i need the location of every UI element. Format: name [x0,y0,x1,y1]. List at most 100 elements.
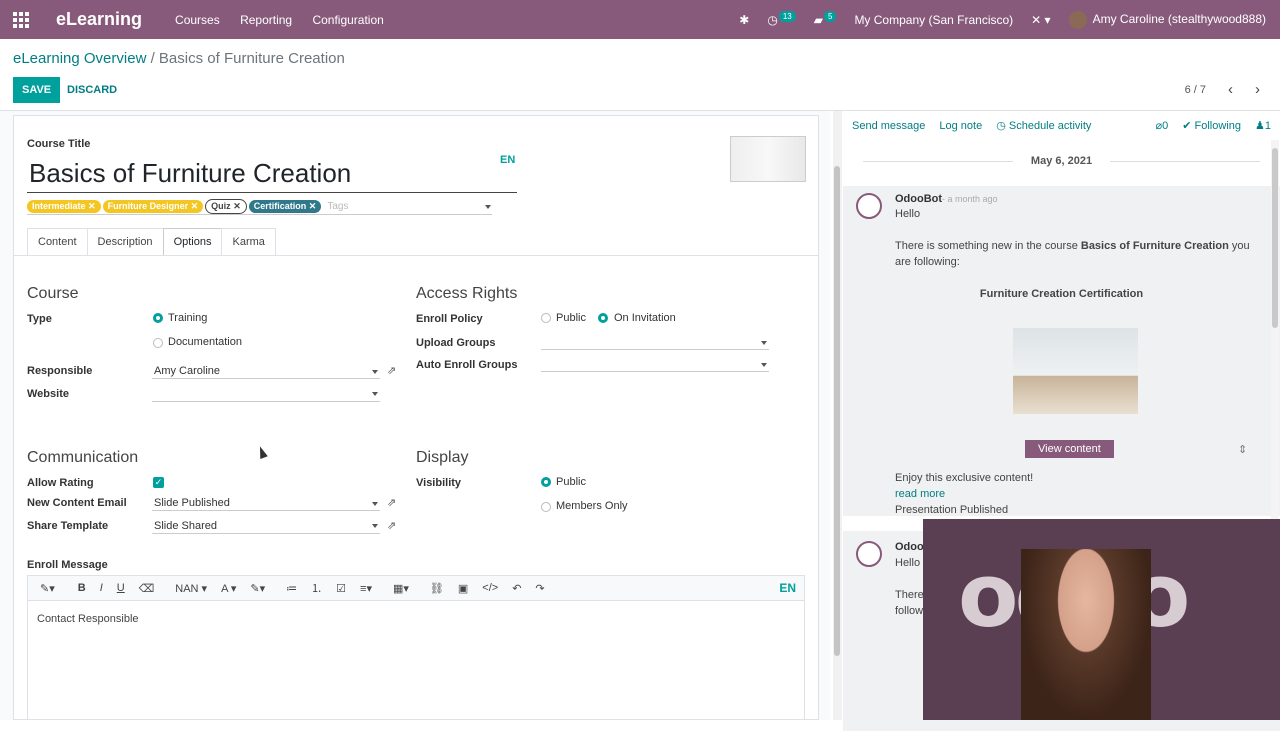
tags-dropdown-icon[interactable] [485,205,491,209]
expand-arrows-icon[interactable]: ⇕ [1238,442,1247,458]
pager-next-icon[interactable]: › [1255,81,1260,98]
share-template-dropdown-icon[interactable] [372,524,378,528]
pager-previous-icon[interactable]: ‹ [1228,81,1233,98]
form-tabs: Content Description Options Karma [27,228,276,255]
read-more-link[interactable]: read more [895,486,945,502]
auto-enroll-groups-dropdown-icon[interactable] [761,363,767,367]
enroll-public-radio[interactable] [541,313,551,323]
tag-remove-icon[interactable]: ✕ [233,201,241,211]
responsible-external-link-icon[interactable]: ⇗ [387,364,396,377]
menu-reporting[interactable]: Reporting [240,13,292,27]
following-button[interactable]: ✔ Following [1182,119,1241,132]
log-note-button[interactable]: Log note [939,120,982,132]
chatter-topbar: Send message Log note ◷ Schedule activit… [843,111,1280,140]
visibility-public-radio[interactable] [541,477,551,487]
chatter-scrollbar-thumb[interactable] [1272,148,1278,328]
enroll-on-invitation-radio[interactable] [598,313,608,323]
font-size-dropdown[interactable]: NAN ▾ [175,582,207,595]
attachments-button[interactable]: ⌀0 [1156,119,1169,132]
tags-input[interactable]: Tags [327,201,492,212]
enroll-message-editor[interactable]: ✎▾ B I U ⌫ NAN ▾ A ▾ ✎▾ ≔ ⒈ ☑ ≡▾ ▦▾ ⛓ ▣ … [27,575,805,720]
auto-enroll-groups-field[interactable] [541,356,769,372]
form-scrollbar-thumb[interactable] [834,166,840,656]
company-switcher[interactable]: My Company (San Francisco) [854,13,1013,27]
tab-content[interactable]: Content [27,228,88,255]
new-content-email-external-link-icon[interactable]: ⇗ [387,496,396,509]
send-message-button[interactable]: Send message [852,120,925,132]
media-icon[interactable]: ▣ [458,582,468,595]
share-template-field[interactable]: Slide Shared [152,518,380,534]
new-content-email-field[interactable]: Slide Published [152,495,380,511]
visibility-members-only-radio[interactable] [541,502,551,512]
style-dropdown-icon[interactable]: ✎▾ [40,582,55,595]
font-color-dropdown[interactable]: A ▾ [221,582,236,595]
tag-remove-icon[interactable]: ✕ [88,201,96,211]
visibility-public-label[interactable]: Public [556,476,586,488]
italic-button[interactable]: I [100,582,103,594]
tag-remove-icon[interactable]: ✕ [191,201,199,211]
view-content-button[interactable]: View content [1025,440,1114,458]
eraser-icon[interactable]: ⌫ [139,582,155,595]
underline-button[interactable]: U [117,582,125,594]
editor-content[interactable]: Contact Responsible [28,601,804,637]
course-image[interactable] [730,136,806,182]
type-documentation-radio[interactable] [153,338,163,348]
tag-quiz: Quiz ✕ [205,199,247,214]
paragraph-align-icon[interactable]: ≡▾ [360,582,372,595]
user-menu[interactable]: Amy Caroline (stealthywood888) [1068,10,1266,29]
presenter-video-overlay: odoo [923,519,1280,720]
type-documentation-label[interactable]: Documentation [168,336,242,348]
upload-groups-dropdown-icon[interactable] [761,341,767,345]
followers-button[interactable]: ♟1 [1255,119,1271,132]
allow-rating-checkbox[interactable]: ✓ [153,477,164,488]
tag-remove-icon[interactable]: ✕ [309,201,317,211]
code-view-icon[interactable]: </> [482,582,498,594]
message-count-badge: 5 [823,10,837,22]
tab-description[interactable]: Description [86,228,164,255]
new-content-email-dropdown-icon[interactable] [372,502,378,506]
link-icon[interactable]: ⛓ [430,582,444,595]
form-scrollbar[interactable] [833,111,842,720]
numbered-list-icon[interactable]: ⒈ [311,580,322,596]
responsible-dropdown-icon[interactable] [372,370,378,374]
share-template-external-link-icon[interactable]: ⇗ [387,519,396,532]
access-rights-section-title: Access Rights [416,285,518,302]
website-dropdown-icon[interactable] [372,392,378,396]
message-2-author[interactable]: Odoo [895,541,924,553]
redo-icon[interactable]: ↷ [535,582,544,595]
tags-field[interactable]: Intermediate ✕ Furniture Designer ✕ Quiz… [27,199,492,215]
responsible-field[interactable]: Amy Caroline [152,363,380,379]
bullet-list-icon[interactable]: ≔ [286,582,297,595]
upload-groups-field[interactable] [541,334,769,350]
messages-button[interactable]: ▰ 5 [814,10,837,27]
discard-button[interactable]: DISCARD [67,84,117,96]
website-field[interactable] [152,386,380,402]
editor-language-button[interactable]: EN [779,581,796,595]
visibility-members-only-label[interactable]: Members Only [556,500,628,512]
course-title-input[interactable]: Basics of Furniture Creation [27,155,517,193]
title-language-button[interactable]: EN [500,154,515,166]
checklist-icon[interactable]: ☑ [336,582,346,595]
message-author[interactable]: OdooBot [895,193,942,205]
enroll-on-invitation-label[interactable]: On Invitation [614,312,676,324]
type-training-radio[interactable] [153,313,163,323]
tab-options[interactable]: Options [162,228,223,255]
tab-karma[interactable]: Karma [221,228,276,255]
highlight-dropdown-icon[interactable]: ✎▾ [250,582,265,595]
undo-icon[interactable]: ↶ [512,582,521,595]
menu-configuration[interactable]: Configuration [312,13,383,27]
apps-menu-button[interactable] [0,0,42,39]
save-button[interactable]: SAVE [13,77,61,103]
menu-courses[interactable]: Courses [175,13,220,27]
tools-menu-icon[interactable]: ✕ ▾ [1031,13,1050,27]
debug-bug-icon[interactable]: ✱ [739,13,749,27]
breadcrumb-parent[interactable]: eLearning Overview [13,50,146,67]
schedule-activity-button[interactable]: ◷ Schedule activity [996,119,1091,132]
app-name[interactable]: eLearning [56,9,142,30]
bold-button[interactable]: B [78,582,86,594]
table-icon[interactable]: ▦▾ [393,582,409,595]
type-training-label[interactable]: Training [168,312,207,324]
pager-value[interactable]: 6 / 7 [1185,84,1206,96]
activities-button[interactable]: ◷ 13 [767,10,796,27]
enroll-public-label[interactable]: Public [556,312,586,324]
